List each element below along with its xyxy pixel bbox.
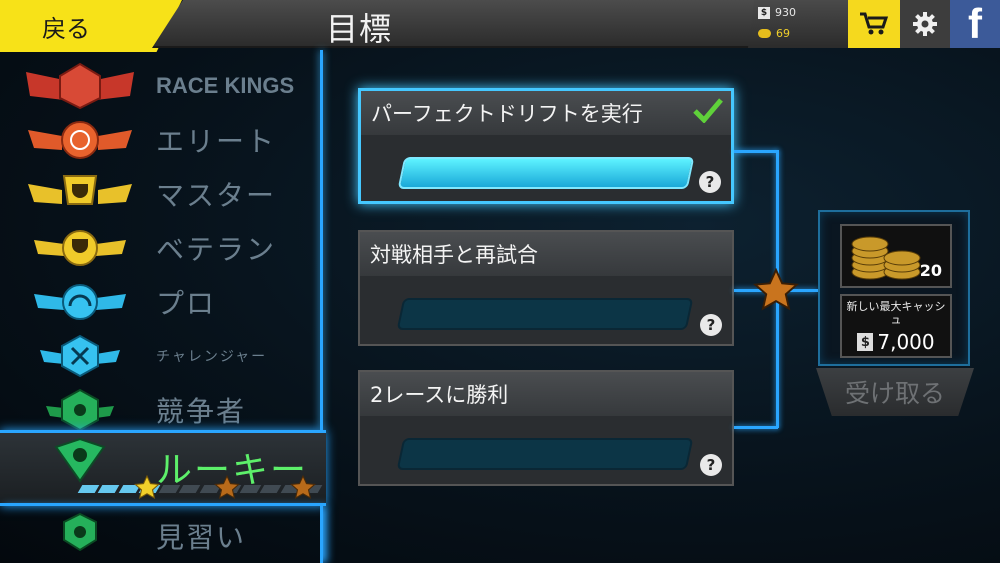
- challenger-emblem-icon: [40, 334, 120, 378]
- cash-cap-amount: 7,000: [877, 330, 935, 354]
- goal-title: パーフェクトドリフトを実行: [361, 91, 731, 135]
- cash-cap-title: 新しい最大キャッシュ: [846, 300, 946, 326]
- rank-item-master: マスター: [0, 168, 320, 220]
- cash-icon: $: [857, 333, 874, 351]
- rank-label: マスター: [156, 179, 277, 212]
- rank-progress-bar: [77, 485, 323, 495]
- rank-item-apprentice: 見習い: [0, 506, 323, 563]
- goal-progress-bar: [396, 438, 694, 470]
- checkmark-icon: [693, 98, 723, 123]
- rank-item-race-kings: RACE KINGS: [0, 60, 320, 112]
- cash-cap-reward: 新しい最大キャッシュ $ 7,000: [840, 294, 952, 358]
- progress-segment: [97, 485, 120, 493]
- gold-coins-icon: [851, 236, 921, 280]
- goal-progress-bar: [396, 298, 694, 330]
- rank-item-pro: プロ: [0, 276, 320, 328]
- top-bar: 戻る 目標 $ 930 69 f: [0, 0, 1000, 52]
- progress-segment: [259, 485, 282, 493]
- goal-progress-bar: [397, 157, 695, 189]
- connector-line: [734, 426, 778, 429]
- goal-card[interactable]: パーフェクトドリフトを実行 ?: [358, 88, 734, 204]
- competitor-emblem-icon: [46, 388, 114, 432]
- rank-item-elite: エリート: [0, 114, 320, 166]
- veteran-emblem-icon: [34, 230, 126, 266]
- goal-card[interactable]: 2レースに勝利 ?: [358, 370, 734, 486]
- gold-display: 69: [758, 27, 790, 40]
- connector-line: [734, 150, 778, 153]
- progress-star-earned-icon: [134, 475, 160, 500]
- goal-card[interactable]: 対戦相手と再試合 ?: [358, 230, 734, 346]
- cash-display: $ 930: [758, 6, 796, 19]
- elite-emblem-icon: [28, 121, 132, 159]
- currency-panel: $ 930 69: [748, 0, 848, 48]
- gear-icon: [913, 12, 937, 36]
- rookie-emblem-icon: [54, 437, 106, 483]
- rank-label: エリート: [156, 125, 277, 158]
- apprentice-emblem-icon: [63, 512, 97, 552]
- progress-segment: [178, 485, 201, 493]
- rank-item-competitor: 競争者: [0, 384, 320, 436]
- progress-star-icon: [214, 475, 240, 500]
- title-bar: [152, 0, 772, 48]
- gold-reward-amount: 20: [919, 261, 942, 280]
- settings-button[interactable]: [900, 0, 950, 48]
- help-button[interactable]: ?: [699, 171, 721, 193]
- crown-coin-icon: [758, 29, 771, 38]
- help-button[interactable]: ?: [700, 314, 722, 336]
- gold-reward: 20: [840, 224, 952, 288]
- pro-emblem-icon: [34, 284, 126, 320]
- rank-item-challenger: チャレンジャー: [0, 330, 320, 382]
- reward-star-icon: [752, 268, 800, 311]
- rank-label: RACE KINGS: [156, 73, 295, 98]
- cart-icon: [860, 12, 889, 35]
- claim-button[interactable]: 受け取る: [816, 368, 974, 416]
- rank-item-rookie-current: ルーキー: [0, 430, 326, 506]
- cash-icon: $: [758, 6, 770, 19]
- facebook-button[interactable]: f: [950, 0, 1000, 48]
- goal-title: 2レースに勝利: [360, 372, 732, 416]
- progress-segment: [77, 485, 100, 493]
- gold-value: 69: [776, 27, 790, 40]
- goal-title: 対戦相手と再試合: [360, 232, 732, 276]
- cash-value: 930: [775, 6, 796, 19]
- facebook-icon: f: [968, 0, 982, 47]
- master-emblem-icon: [28, 175, 132, 205]
- rank-label: ベテラン: [156, 233, 277, 266]
- shop-cart-button[interactable]: [848, 0, 900, 48]
- progress-star-icon: [290, 475, 316, 500]
- rank-label: チャレンジャー: [156, 349, 268, 365]
- next-rank-label: 見習い: [156, 521, 247, 554]
- race-kings-emblem-icon: [26, 62, 134, 110]
- rank-label: 競争者: [156, 395, 247, 428]
- rank-label: プロ: [156, 287, 217, 320]
- progress-segment: [239, 485, 262, 493]
- page-title: 目標: [326, 10, 393, 48]
- rank-item-veteran: ベテラン: [0, 222, 320, 274]
- reward-panel: 20 新しい最大キャッシュ $ 7,000: [818, 210, 970, 366]
- progress-segment: [158, 485, 181, 493]
- help-button[interactable]: ?: [700, 454, 722, 476]
